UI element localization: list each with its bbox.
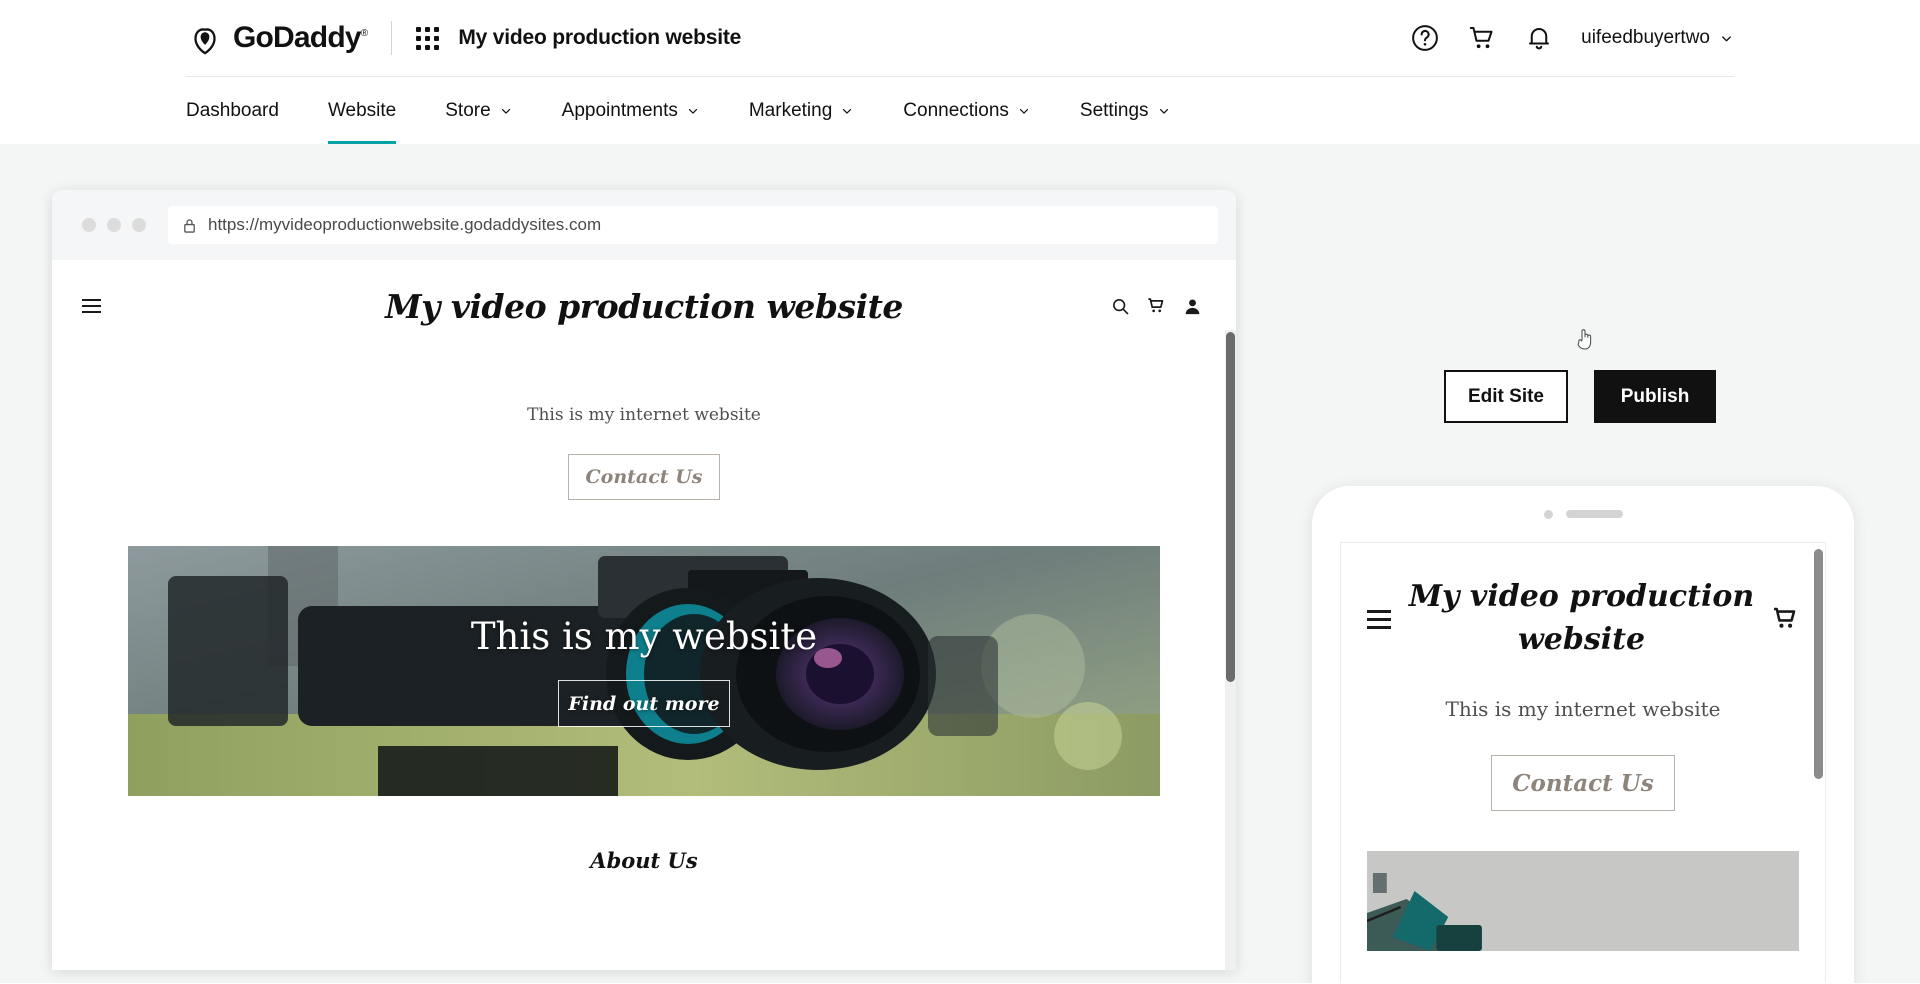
publish-button[interactable]: Publish [1594, 370, 1716, 423]
brand-block: GoDaddy® My video production website [186, 19, 741, 57]
desktop-preview-frame: https://myvideoproductionwebsite.godaddy… [52, 190, 1236, 970]
nav-item-dashboard[interactable]: Dashboard [186, 77, 279, 145]
godaddy-heart-icon [194, 28, 216, 55]
desktop-site-body: My video production website This is my i… [52, 260, 1236, 970]
user-account-icon[interactable] [1183, 297, 1202, 316]
about-us-heading: About Us [590, 848, 698, 873]
mobile-screen: My video production website This is my i… [1340, 542, 1826, 983]
bell-icon[interactable] [1524, 23, 1554, 53]
lock-icon [184, 218, 195, 233]
mobile-site-header: My video production website [1341, 543, 1825, 695]
mobile-contact-us-button[interactable]: Contact Us [1491, 755, 1675, 811]
scrollbar-thumb[interactable] [1226, 332, 1235, 682]
app-grid-icon[interactable] [416, 26, 440, 50]
url-text: https://myvideoproductionwebsite.godaddy… [208, 215, 602, 234]
site-tagline: This is my internet website [527, 405, 761, 425]
mobile-preview-scrollbar[interactable] [1814, 549, 1823, 779]
browser-url-bar[interactable]: https://myvideoproductionwebsite.godaddy… [168, 206, 1218, 244]
chevron-down-icon [501, 109, 510, 114]
nav-item-label: Store [445, 100, 491, 121]
godaddy-wordmark: GoDaddy® [233, 21, 368, 54]
browser-traffic-lights [82, 218, 146, 232]
mobile-hamburger-menu-icon[interactable] [1367, 609, 1391, 629]
hero-title: This is my website [470, 615, 818, 658]
current-site-name: My video production website [458, 26, 742, 49]
nav-item-label: Connections [903, 100, 1009, 121]
nav-item-label: Appointments [561, 100, 678, 121]
edit-site-button[interactable]: Edit Site [1444, 370, 1568, 423]
browser-chrome: https://myvideoproductionwebsite.godaddy… [52, 190, 1236, 260]
hamburger-menu-icon[interactable] [82, 299, 101, 313]
app-header: GoDaddy® My video production website uif… [0, 0, 1920, 76]
hero-find-out-more-button[interactable]: Find out more [558, 680, 730, 727]
chevron-down-icon [843, 109, 852, 114]
main-navigation: Dashboard Website Store Appointments Marketi… [186, 76, 1734, 145]
site-contact-us-button[interactable]: Contact Us [568, 454, 720, 500]
help-circle-icon[interactable] [1410, 23, 1440, 53]
mobile-preview-frame: My video production website This is my i… [1312, 486, 1854, 983]
chevron-down-icon [1722, 35, 1731, 41]
site-cart-icon[interactable] [1147, 297, 1166, 316]
godaddy-logo[interactable]: GoDaddy® [186, 19, 368, 57]
account-menu[interactable]: uifeedbuyertwo [1581, 27, 1734, 49]
nav-item-website[interactable]: Website [327, 77, 397, 145]
nav-item-settings[interactable]: Settings [1080, 77, 1171, 145]
desktop-preview-scrollbar[interactable] [1225, 330, 1236, 970]
mobile-site-title: My video production website [1408, 579, 1755, 657]
nav-item-store[interactable]: Store [445, 77, 512, 145]
nav-item-appointments[interactable]: Appointments [562, 77, 700, 145]
mobile-cart-icon[interactable] [1772, 606, 1799, 633]
hero-section: This is my website Find out more [128, 546, 1160, 796]
mobile-speaker-bar [1565, 510, 1623, 518]
mobile-tagline: This is my internet website [1445, 697, 1721, 721]
mobile-device-notch [1312, 486, 1854, 542]
header-divider [391, 21, 393, 55]
trademark-symbol: ® [360, 28, 368, 39]
chevron-down-icon [1159, 109, 1168, 114]
preview-canvas: https://myvideoproductionwebsite.godaddy… [0, 144, 1920, 983]
pointer-hand-cursor [1577, 329, 1592, 350]
search-icon[interactable] [1111, 297, 1130, 316]
header-actions: uifeedbuyertwo [1410, 23, 1734, 53]
chevron-down-icon [688, 109, 697, 114]
mobile-camera-dot [1543, 509, 1553, 519]
shopping-cart-icon[interactable] [1467, 23, 1497, 53]
hero-overlay: This is my website Find out more [128, 546, 1160, 796]
site-logo-title: My video production website [385, 286, 903, 326]
mobile-hero-image [1367, 851, 1799, 951]
nav-item-label: Settings [1079, 100, 1149, 121]
nav-item-connections[interactable]: Connections [903, 77, 1031, 145]
site-header: My video production website [52, 260, 1236, 352]
site-action-buttons: Edit Site Publish [1444, 370, 1716, 423]
nav-item-label: Dashboard [186, 100, 279, 121]
chevron-down-icon [1019, 109, 1029, 114]
nav-item-label: Website [327, 100, 397, 121]
site-header-icons [1111, 297, 1202, 316]
account-name-label: uifeedbuyertwo [1581, 27, 1710, 48]
nav-item-label: Marketing [748, 100, 833, 121]
nav-item-marketing[interactable]: Marketing [749, 77, 854, 145]
mobile-hero-photo [1367, 851, 1799, 951]
